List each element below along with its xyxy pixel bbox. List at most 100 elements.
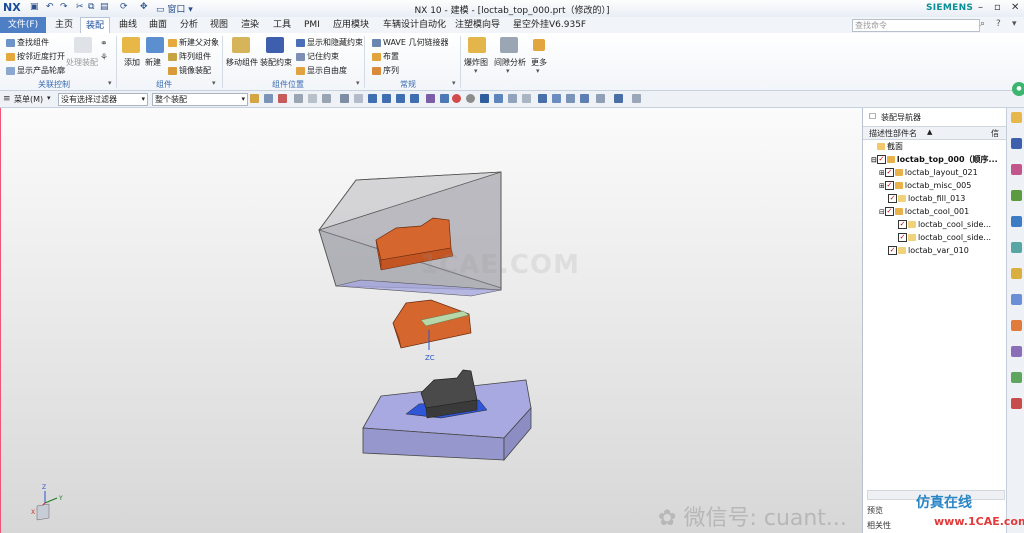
fit-view-icon[interactable]	[538, 94, 547, 103]
snap-endpoint-icon[interactable]	[368, 94, 377, 103]
visibility-checkbox[interactable]: ✓	[884, 207, 894, 216]
navigator-row[interactable]: ✓ loctab_fill_013	[888, 192, 965, 205]
find-component-button[interactable]: 查找组件	[6, 37, 49, 48]
navigator-row[interactable]: ⊞ ✓ loctab_layout_021	[879, 166, 978, 179]
visibility-checkbox[interactable]: ✓	[888, 246, 897, 255]
roles-tab-icon[interactable]	[1011, 346, 1022, 357]
new-parent-button[interactable]: 新建父对象	[168, 37, 219, 48]
show-product-outline-button[interactable]: 显示产品轮廓	[6, 65, 65, 76]
navigator-row[interactable]: ✓ loctab_cool_side...	[898, 218, 991, 231]
clearance-dropdown-icon[interactable]: ▾	[506, 67, 510, 75]
reuse-library-tab-icon[interactable]	[1011, 190, 1022, 201]
exploded-views-dropdown-icon[interactable]: ▾	[474, 67, 478, 75]
tab-vehicle-design[interactable]: 车辆设计自动化	[378, 17, 451, 33]
dependencies-section[interactable]: 相关性	[867, 520, 891, 531]
assembly-navigator-tab-icon[interactable]	[1011, 112, 1022, 123]
wave-linker-button[interactable]: WAVE 几何链接器	[372, 37, 449, 48]
snap-quadrant-icon[interactable]	[466, 94, 475, 103]
rectangle-select-icon[interactable]	[294, 94, 303, 103]
snap-on-face-icon[interactable]	[508, 94, 517, 103]
pan-icon[interactable]	[580, 94, 589, 103]
column-info[interactable]: 信	[991, 128, 999, 139]
group-expand-icon[interactable]: ▾	[212, 79, 216, 87]
show-hide-icon[interactable]	[632, 94, 641, 103]
process-studio-tab-icon[interactable]	[1011, 294, 1022, 305]
file-menu-tab[interactable]: 文件(F)	[0, 17, 46, 33]
selection-scope-select[interactable]: 整个装配 ▾	[152, 93, 248, 106]
show-hide-constraints-button[interactable]: 显示和隐藏约束	[296, 37, 363, 48]
add-component-button[interactable]: 添加	[124, 57, 140, 68]
minimize-button[interactable]: –	[978, 2, 983, 13]
visibility-checkbox[interactable]: ✓	[888, 194, 897, 203]
assembly-constraints-button[interactable]: 装配约束	[260, 57, 292, 68]
menu-dropdown-icon[interactable]: ▾	[47, 94, 51, 102]
wave-icon[interactable]: ⚘	[100, 53, 108, 63]
visibility-checkbox[interactable]: ✓	[876, 155, 886, 164]
layer-icon[interactable]	[354, 94, 363, 103]
snap-control-icon[interactable]	[410, 94, 419, 103]
view-icon[interactable]	[340, 94, 349, 103]
remember-constraints-button[interactable]: 记住约束	[296, 51, 339, 62]
group-expand-icon[interactable]: ▾	[452, 79, 456, 87]
new-component-button[interactable]: 新建	[145, 57, 161, 68]
snap-center-icon[interactable]	[452, 94, 461, 103]
polygon-select-icon[interactable]	[322, 94, 331, 103]
tab-view[interactable]: 视图	[205, 17, 233, 33]
move-component-button[interactable]: 移动组件	[226, 57, 258, 68]
navigator-row[interactable]: ✓ loctab_var_010	[888, 244, 969, 257]
show-dof-button[interactable]: 显示自由度	[296, 65, 347, 76]
web-browser-tab-icon[interactable]	[1011, 216, 1022, 227]
more-dropdown-icon[interactable]: ▾	[536, 67, 540, 75]
tab-assembly[interactable]: 装配	[80, 17, 111, 34]
restore-button[interactable]: ▫	[994, 2, 1001, 13]
navigator-row-section[interactable]: 截面	[877, 140, 903, 153]
clearance-analysis-button[interactable]: 间隙分析	[494, 57, 526, 68]
tab-pmi[interactable]: PMI	[299, 17, 325, 33]
arrangement-button[interactable]: 布置	[372, 51, 399, 62]
navigator-row[interactable]: ⊞ ✓ loctab_misc_005	[879, 179, 971, 192]
tab-curve[interactable]: 曲线	[114, 17, 142, 33]
ribbon-options-icon[interactable]: ▾	[1012, 19, 1017, 29]
open-by-proximity-button[interactable]: 按邻近度打开	[6, 51, 65, 62]
select-assembly-icon[interactable]	[250, 94, 259, 103]
rotate-icon[interactable]	[566, 94, 575, 103]
command-search-input[interactable]: 查找命令	[852, 19, 980, 32]
navigator-row-top-assembly[interactable]: ⊟ ✓ loctab_top_000（顺序...	[871, 153, 998, 166]
tab-analysis[interactable]: 分析	[175, 17, 203, 33]
system-materials-tab-icon[interactable]	[1011, 268, 1022, 279]
search-icon[interactable]: ⌕	[980, 19, 985, 29]
mirror-assembly-button[interactable]: 镜像装配	[168, 65, 211, 76]
tab-render[interactable]: 渲染	[236, 17, 264, 33]
snap-line-icon[interactable]	[396, 94, 405, 103]
tab-tools[interactable]: 工具	[268, 17, 296, 33]
visibility-checkbox[interactable]: ✓	[884, 168, 894, 177]
graphics-viewport[interactable]: ZC Y X Z	[0, 108, 863, 533]
render-style-icon[interactable]	[614, 94, 623, 103]
manufacturing-wizard-tab-icon[interactable]	[1011, 320, 1022, 331]
visibility-checkbox[interactable]: ✓	[898, 220, 907, 229]
help-icon[interactable]: ?	[996, 19, 1001, 29]
navigator-row[interactable]: ⊟ ✓ loctab_cool_001	[879, 205, 969, 218]
visibility-checkbox[interactable]: ✓	[898, 233, 907, 242]
tab-mold-wizard[interactable]: 注塑模向导	[450, 17, 505, 33]
snap-select-icon[interactable]	[278, 94, 287, 103]
lasso-select-icon[interactable]	[308, 94, 317, 103]
preview-section[interactable]: 预览	[867, 505, 883, 516]
link-icon[interactable]: ⚭	[100, 39, 108, 49]
sequence-button[interactable]: 序列	[372, 65, 399, 76]
component-pattern-button[interactable]: 阵列组件	[168, 51, 211, 62]
tab-xingkong-plugin[interactable]: 星空外挂V6.935F	[508, 17, 591, 33]
close-button[interactable]: ✕	[1011, 2, 1019, 13]
snap-point-icon[interactable]	[480, 94, 489, 103]
snap-intersection-icon[interactable]	[440, 94, 449, 103]
status-badge-icon[interactable]: ●	[1012, 82, 1024, 96]
type-filter-select[interactable]: 没有选择过滤器 ▾	[58, 93, 148, 106]
group-expand-icon[interactable]: ▾	[356, 79, 360, 87]
column-descriptive-name[interactable]: 描述性部件名	[869, 128, 917, 139]
tab-applications[interactable]: 应用模块	[328, 17, 374, 33]
system-scene-tab-icon[interactable]	[1011, 372, 1022, 383]
navigator-pin-icon[interactable]: ☐	[869, 112, 876, 121]
snap-curve-icon[interactable]	[426, 94, 435, 103]
constraint-navigator-tab-icon[interactable]	[1011, 138, 1022, 149]
history-tab-icon[interactable]	[1011, 242, 1022, 253]
